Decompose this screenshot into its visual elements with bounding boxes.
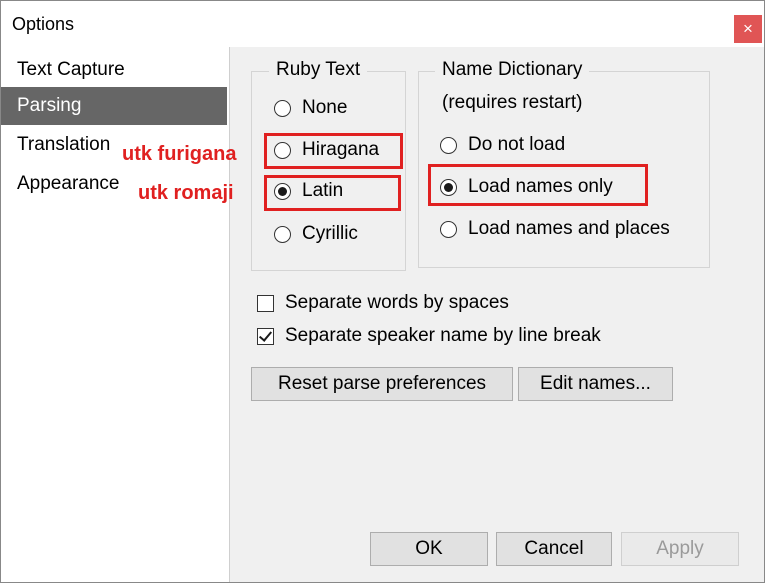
sidebar: Text Capture Parsing Translation Appeara… — [1, 47, 230, 582]
dict-do-not-load-label[interactable]: Do not load — [468, 134, 565, 156]
ruby-none-label[interactable]: None — [302, 97, 347, 119]
dict-load-names-places-label[interactable]: Load names and places — [468, 218, 670, 240]
load-names-only-highlight-box — [428, 164, 648, 206]
ok-button[interactable]: OK — [370, 532, 488, 566]
latin-highlight-box — [264, 175, 401, 211]
options-dialog: Options × Text Capture Parsing Translati… — [0, 0, 765, 583]
ruby-cyrillic-radio[interactable] — [274, 225, 291, 243]
sidebar-item-text-capture[interactable]: Text Capture — [1, 51, 227, 89]
parsing-panel: Ruby Text None Hiragana Latin Cyrillic N… — [230, 47, 764, 582]
name-dictionary-title: Name Dictionary — [435, 59, 590, 81]
separate-speaker-label[interactable]: Separate speaker name by line break — [285, 325, 601, 347]
apply-button[interactable]: Apply — [621, 532, 739, 566]
ruby-none-radio[interactable] — [274, 99, 291, 117]
dict-load-names-places-radio[interactable] — [440, 220, 457, 238]
separate-words-option[interactable]: Separate words by spaces — [257, 291, 509, 315]
sidebar-item-parsing[interactable]: Parsing — [1, 87, 227, 125]
dict-load-names-places-option[interactable]: Load names and places — [440, 217, 670, 241]
ruby-none-option[interactable]: None — [274, 96, 347, 120]
ruby-cyrillic-label[interactable]: Cyrillic — [302, 223, 358, 245]
ruby-text-title: Ruby Text — [269, 59, 368, 81]
reset-parse-preferences-button[interactable]: Reset parse preferences — [251, 367, 513, 401]
ruby-cyrillic-option[interactable]: Cyrillic — [274, 222, 358, 246]
name-dictionary-subtitle: (requires restart) — [442, 92, 583, 113]
window-title: Options — [12, 14, 75, 34]
dict-do-not-load-option[interactable]: Do not load — [440, 133, 565, 157]
separate-words-label[interactable]: Separate words by spaces — [285, 292, 509, 314]
edit-names-button[interactable]: Edit names... — [518, 367, 673, 401]
separate-speaker-option[interactable]: Separate speaker name by line break — [257, 324, 601, 348]
separate-words-checkbox[interactable] — [257, 294, 274, 312]
separate-speaker-checkbox[interactable] — [257, 327, 274, 345]
hiragana-highlight-box — [264, 133, 403, 169]
dict-do-not-load-radio[interactable] — [440, 136, 457, 154]
furigana-annotation: utk furigana — [122, 143, 237, 165]
title-bar: Options × — [1, 1, 764, 47]
cancel-button[interactable]: Cancel — [496, 532, 612, 566]
close-button[interactable]: × — [734, 15, 762, 43]
romaji-annotation: utk romaji — [138, 182, 234, 204]
